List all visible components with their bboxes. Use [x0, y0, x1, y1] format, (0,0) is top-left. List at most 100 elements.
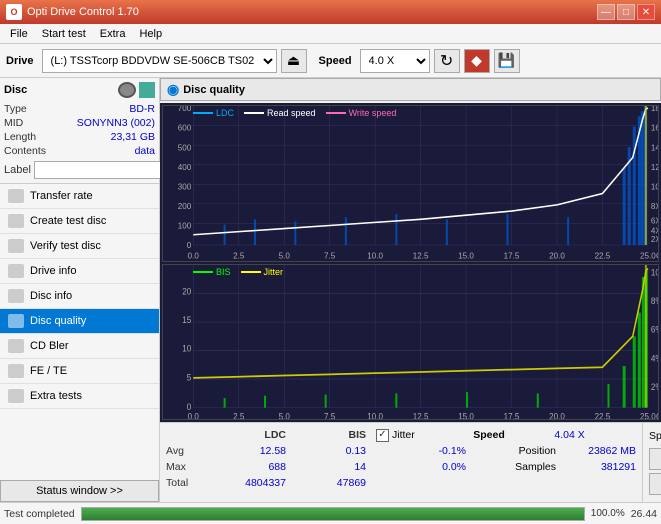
svg-text:10.0: 10.0 [367, 410, 383, 419]
disc-panel: Disc Type BD-R MID SONYNN3 (002) Length … [0, 78, 159, 184]
sidebar-btn-label-fe-te: FE / TE [30, 365, 67, 377]
main-area: Disc Type BD-R MID SONYNN3 (002) Length … [0, 78, 661, 502]
settings-button[interactable]: ◆ [464, 49, 490, 73]
sidebar-btn-icon-create-test-disc [8, 214, 24, 228]
svg-text:GB: GB [656, 251, 658, 260]
save-button[interactable]: 💾 [494, 49, 520, 73]
speed-stat-label: Speed [425, 427, 505, 443]
svg-text:20: 20 [182, 286, 191, 297]
svg-text:20.0: 20.0 [549, 410, 565, 419]
refresh-button[interactable]: ↻ [434, 49, 460, 73]
svg-text:10X: 10X [651, 182, 658, 191]
speed-label: Speed [319, 55, 352, 67]
svg-text:5: 5 [187, 371, 192, 382]
sidebar-btn-transfer-rate[interactable]: Transfer rate [0, 184, 159, 209]
sidebar-btn-label-transfer-rate: Transfer rate [30, 190, 93, 202]
stats-ldc-header: LDC [216, 427, 286, 443]
stats-right: Speed 4.0 X Start full Start part [642, 423, 661, 502]
sidebar-btn-icon-fe-te [8, 364, 24, 378]
chart-ldc: LDC Read speed Write speed [162, 105, 659, 262]
sidebar-btn-icon-drive-info [8, 264, 24, 278]
disc-label-input[interactable] [34, 161, 172, 179]
stats-empty [166, 427, 206, 443]
svg-text:25.0: 25.0 [640, 410, 656, 419]
start-part-button[interactable]: Start part [649, 473, 661, 495]
sidebar-btn-icon-extra-tests [8, 389, 24, 403]
avg-ldc: 12.58 [216, 443, 286, 459]
svg-text:17.5: 17.5 [504, 251, 520, 260]
sidebar-btn-disc-info[interactable]: Disc info [0, 284, 159, 309]
start-full-button[interactable]: Start full [649, 448, 661, 470]
status-text: Test completed [4, 508, 75, 520]
samples-label: Samples [476, 459, 556, 475]
sidebar-btn-fe-te[interactable]: FE / TE [0, 359, 159, 384]
disc-label-label: Label [4, 164, 31, 176]
minimize-button[interactable]: — [597, 4, 615, 20]
sidebar-btn-icon-disc-info [8, 289, 24, 303]
sidebar-btn-drive-info[interactable]: Drive info [0, 259, 159, 284]
menu-start-test[interactable]: Start test [36, 27, 92, 41]
svg-text:8X: 8X [651, 202, 658, 211]
maximize-button[interactable]: □ [617, 4, 635, 20]
svg-text:17.5: 17.5 [504, 410, 520, 419]
svg-text:0.0: 0.0 [188, 410, 199, 419]
svg-text:10: 10 [182, 343, 191, 354]
svg-text:22.5: 22.5 [595, 410, 611, 419]
eject-button[interactable]: ⏏ [281, 49, 307, 73]
svg-text:2.5: 2.5 [233, 251, 245, 260]
progress-bar-container [81, 507, 585, 521]
svg-text:18X: 18X [651, 106, 658, 113]
disc-icon [118, 82, 136, 98]
svg-text:7.5: 7.5 [324, 251, 336, 260]
sidebar-btn-extra-tests[interactable]: Extra tests [0, 384, 159, 409]
svg-text:12.5: 12.5 [413, 251, 429, 260]
disc-type-value: BD-R [129, 103, 155, 115]
avg-bis: 0.13 [296, 443, 366, 459]
samples-value: 381291 [566, 459, 636, 475]
drive-select[interactable]: (L:) TSSTcorp BDDVDW SE-506CB TS02 [42, 49, 277, 73]
sidebar-btn-verify-test-disc[interactable]: Verify test disc [0, 234, 159, 259]
chart-ldc-legend: LDC Read speed Write speed [193, 108, 396, 118]
svg-text:2X: 2X [651, 235, 658, 244]
svg-text:500: 500 [178, 143, 192, 152]
menu-file[interactable]: File [4, 27, 34, 41]
disc-contents-value: data [135, 145, 155, 157]
sidebar-btn-disc-quality[interactable]: Disc quality [0, 309, 159, 334]
chart-bis-legend: BIS Jitter [193, 267, 283, 277]
time-label: 26.44 [631, 508, 657, 520]
disc-length-label: Length [4, 131, 36, 143]
disc-icon2 [139, 82, 155, 98]
sidebar-btn-label-create-test-disc: Create test disc [30, 215, 106, 227]
svg-text:300: 300 [178, 182, 192, 191]
chart-header-title: Disc quality [183, 84, 245, 96]
sidebar-btn-label-disc-info: Disc info [30, 290, 72, 302]
max-ldc: 688 [216, 459, 286, 475]
sidebar-btn-label-disc-quality: Disc quality [30, 315, 86, 327]
sidebar: Disc Type BD-R MID SONYNN3 (002) Length … [0, 78, 160, 502]
sidebar-btn-icon-verify-test-disc [8, 239, 24, 253]
status-bar: Test completed 100.0% 26.44 [0, 502, 661, 524]
status-window-button[interactable]: Status window >> [0, 480, 159, 502]
svg-text:400: 400 [178, 163, 192, 172]
disc-type-label: Type [4, 103, 27, 115]
chart-bis: BIS Jitter [162, 264, 659, 421]
chart-header: ◉ Disc quality [160, 78, 661, 101]
sidebar-btn-create-test-disc[interactable]: Create test disc [0, 209, 159, 234]
jitter-checkbox[interactable]: ✓ [376, 429, 389, 442]
svg-text:15: 15 [182, 314, 191, 325]
svg-text:6%: 6% [651, 324, 658, 335]
sidebar-btn-cd-bler[interactable]: CD Bler [0, 334, 159, 359]
jitter-checkbox-container: ✓ Jitter [376, 427, 415, 443]
sidebar-btn-label-extra-tests: Extra tests [30, 390, 82, 402]
stats-bar: LDC BIS ✓ Jitter Speed 4.04 X Avg 12.58 … [160, 422, 661, 502]
close-button[interactable]: ✕ [637, 4, 655, 20]
stats-bis-header: BIS [296, 427, 366, 443]
svg-text:15.0: 15.0 [458, 251, 474, 260]
total-bis: 47869 [296, 475, 366, 491]
svg-text:8%: 8% [651, 295, 658, 306]
menu-bar: File Start test Extra Help [0, 24, 661, 44]
speed-select[interactable]: 4.0 X [360, 49, 430, 73]
menu-help[interactable]: Help [133, 27, 168, 41]
max-bis: 14 [296, 459, 366, 475]
menu-extra[interactable]: Extra [94, 27, 132, 41]
